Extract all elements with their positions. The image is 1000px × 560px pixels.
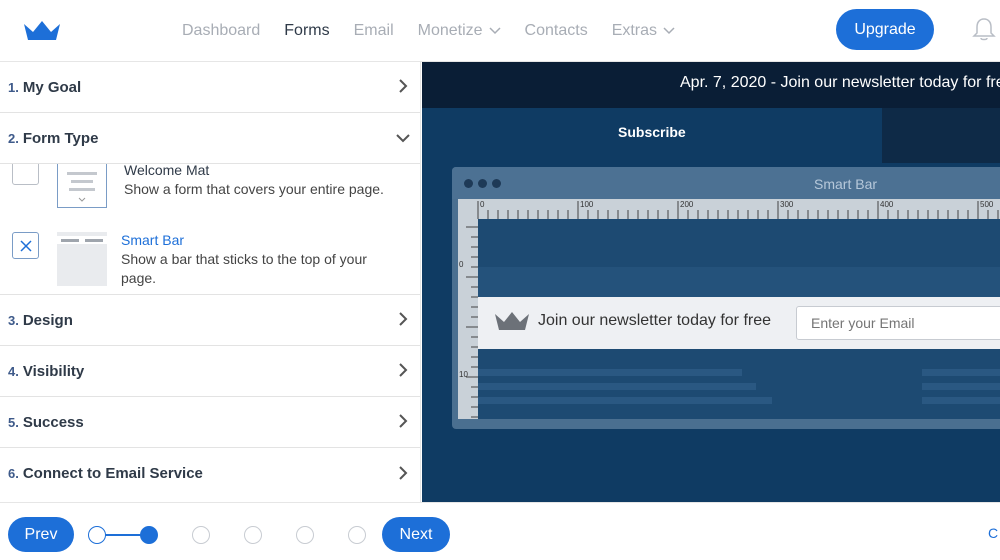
step-title: Connect to Email Service <box>22 465 203 482</box>
nav-extras[interactable]: Extras <box>612 22 675 40</box>
ruler-label: 0 <box>480 200 485 209</box>
progress-step[interactable] <box>140 526 158 544</box>
option-description: Show a form that covers your entire page… <box>124 181 384 197</box>
ruler-label: 100 <box>580 200 594 209</box>
step-number: 1. <box>8 79 19 95</box>
smart-bar-editor-window: Smart Bar 0 100 200 300 400 500 0 10 Join our … <box>452 167 1000 429</box>
canvas-band <box>478 267 1000 297</box>
window-titlebar: Smart Bar <box>452 167 1000 199</box>
ruler-label: 0 <box>459 260 464 269</box>
option-title: Welcome Mat <box>124 164 210 178</box>
placeholder-line <box>478 383 756 390</box>
horizontal-ruler: 0 100 200 300 400 500 <box>458 199 1000 219</box>
step-progress <box>88 525 370 545</box>
nav-email[interactable]: Email <box>354 22 394 40</box>
svg-text:×: × <box>101 164 105 166</box>
placeholder-line <box>478 397 772 404</box>
top-navbar: Dashboard Forms Email Monetize Contacts … <box>0 0 1000 62</box>
step-visibility[interactable]: 4. Visibility <box>0 346 420 397</box>
option-smart-bar[interactable]: Smart Bar Show a bar that sticks to the … <box>0 228 420 294</box>
bell-icon[interactable] <box>972 16 996 42</box>
crown-logo-icon[interactable] <box>22 18 62 42</box>
bottom-navigation: Prev Next C <box>0 502 1000 560</box>
smart-bar-checkbox[interactable] <box>12 232 39 259</box>
main-nav: Dashboard Forms Email Monetize Contacts … <box>170 0 687 62</box>
step-design[interactable]: 3. Design <box>0 295 420 346</box>
option-welcome-mat[interactable]: × Welcome Mat Show a form that covers yo… <box>0 164 420 216</box>
smart-bar-preview[interactable]: Join our newsletter today for free <box>478 297 1000 349</box>
placeholder-line <box>922 383 1000 390</box>
step-number: 2. <box>8 130 19 146</box>
window-controls <box>464 179 501 188</box>
step-number: 4. <box>8 363 19 379</box>
nav-label: Contacts <box>524 22 588 39</box>
ruler-label: 200 <box>680 200 694 209</box>
window-title: Smart Bar <box>814 176 878 192</box>
progress-step[interactable] <box>244 526 262 544</box>
nav-label: Forms <box>284 22 330 39</box>
nav-label: Email <box>353 22 394 39</box>
prev-button[interactable]: Prev <box>8 517 74 552</box>
next-button[interactable]: Next <box>382 517 450 552</box>
step-title: My Goal <box>22 78 82 96</box>
chevron-right-icon <box>399 312 408 326</box>
welcome-mat-checkbox[interactable] <box>12 164 39 185</box>
step-title: Form Type <box>22 129 99 147</box>
upgrade-button[interactable]: Upgrade <box>836 9 934 50</box>
option-description: Show a bar that sticks to the top of you… <box>121 251 367 286</box>
progress-step[interactable] <box>348 526 366 544</box>
steps-sidebar: 1. My Goal 2. Form Type × Welcome Mat Sh… <box>0 62 421 502</box>
ruler-label: 500 <box>980 200 994 209</box>
nav-label: Extras <box>611 22 658 39</box>
progress-step[interactable] <box>88 526 106 544</box>
nav-dashboard[interactable]: Dashboard <box>182 22 260 40</box>
subscribe-tab[interactable]: Subscribe <box>422 108 882 163</box>
preview-announcement: Apr. 7, 2020 - Join our newsletter today… <box>422 62 1000 108</box>
form-preview: Apr. 7, 2020 - Join our newsletter today… <box>422 62 1000 502</box>
step-number: 6. <box>8 466 19 481</box>
chevron-down-icon <box>489 27 501 35</box>
nav-label: Dashboard <box>182 22 261 39</box>
chevron-right-icon <box>399 79 408 93</box>
step-title: Success <box>22 413 84 431</box>
placeholder-line <box>922 397 1000 404</box>
step-connect-email[interactable]: 6. Connect to Email Service <box>0 448 420 499</box>
placeholder-line <box>478 369 742 376</box>
welcome-mat-thumbnail: × <box>57 164 107 208</box>
close-icon <box>19 239 32 252</box>
nav-contacts[interactable]: Contacts <box>525 22 588 40</box>
placeholder-line <box>922 369 1000 376</box>
ruler-label: 300 <box>780 200 794 209</box>
chevron-down-icon <box>396 134 410 143</box>
step-title: Visibility <box>22 362 85 380</box>
editor-canvas: Join our newsletter today for free <box>478 219 1000 419</box>
ruler-label: 10 <box>459 370 468 379</box>
smart-bar-thumbnail <box>57 232 107 286</box>
chevron-right-icon <box>399 465 408 480</box>
chevron-right-icon <box>399 363 408 377</box>
step-number: 5. <box>8 414 19 430</box>
corner-link[interactable]: C <box>988 525 998 541</box>
vertical-ruler: 0 10 <box>458 219 478 419</box>
email-input[interactable] <box>796 306 1000 340</box>
step-form-type[interactable]: 2. Form Type <box>0 113 420 164</box>
option-title: Smart Bar <box>121 232 185 248</box>
smart-bar-text: Join our newsletter today for free <box>538 312 772 329</box>
nav-forms[interactable]: Forms <box>284 22 329 40</box>
progress-step[interactable] <box>192 526 210 544</box>
chevron-right-icon <box>399 414 408 428</box>
step-my-goal[interactable]: 1. My Goal <box>0 62 420 113</box>
crown-icon <box>495 312 529 330</box>
step-title: Design <box>22 311 73 329</box>
step-success[interactable]: 5. Success <box>0 397 420 448</box>
subscribe-tab-label: Subscribe <box>618 124 686 140</box>
progress-step[interactable] <box>296 526 314 544</box>
ruler-label: 400 <box>880 200 894 209</box>
form-type-options: × Welcome Mat Show a form that covers yo… <box>0 164 420 295</box>
step-number: 3. <box>8 312 19 328</box>
nav-monetize[interactable]: Monetize <box>418 22 501 40</box>
chevron-down-icon <box>663 27 675 35</box>
nav-label: Monetize <box>417 22 483 39</box>
